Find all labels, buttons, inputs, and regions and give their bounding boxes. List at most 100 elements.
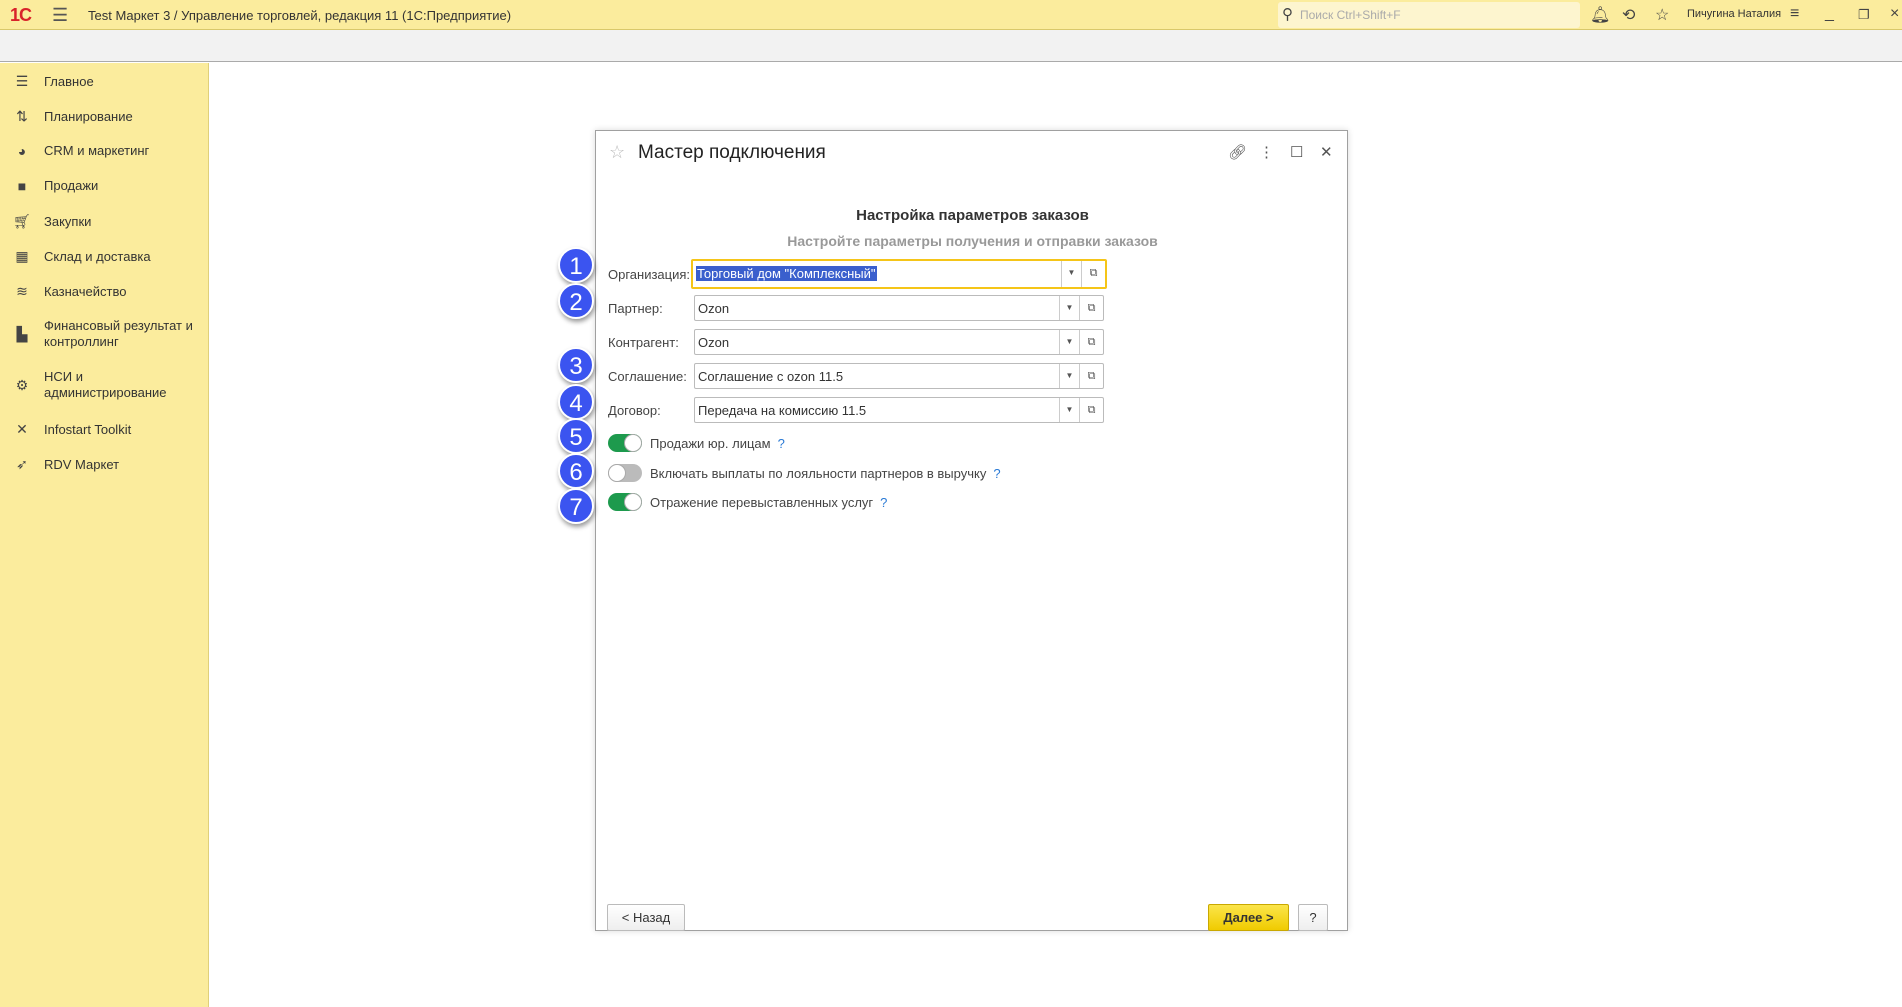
field-value: Соглашение с ozon 11.5 xyxy=(698,369,844,384)
field-label: Партнер: xyxy=(608,301,663,316)
reissued-services-toggle-row: Отражение перевыставленных услуг ? xyxy=(608,492,887,512)
field-label: Организация: xyxy=(608,267,691,282)
restore-icon[interactable]: ❐ xyxy=(1858,7,1870,23)
dropdown-icon[interactable]: ▼ xyxy=(1059,364,1079,388)
next-button[interactable]: Далее > xyxy=(1208,904,1289,931)
counterparty-field[interactable]: Ozon ▼ ⧉ xyxy=(694,329,1104,355)
sidebar-item-label: НСИ и администрирование xyxy=(44,369,167,400)
app-title: Test Маркет 3 / Управление торговлей, ре… xyxy=(88,8,512,23)
contract-field[interactable]: Передача на комиссию 11.5 ▼ ⧉ xyxy=(694,397,1104,423)
dropdown-icon[interactable]: ▼ xyxy=(1061,261,1081,287)
gear-icon: ⚙ xyxy=(15,376,29,393)
history-icon[interactable]: ⟲ xyxy=(1622,5,1635,25)
help-link[interactable]: ? xyxy=(880,495,887,510)
partner-field[interactable]: Ozon ▼ ⧉ xyxy=(694,295,1104,321)
coins-icon: ≋ xyxy=(16,283,28,299)
help-link[interactable]: ? xyxy=(778,436,785,451)
section-subheading: Настройте параметры получения и отправки… xyxy=(787,233,1158,249)
tools-icon: ✕ xyxy=(16,421,28,437)
legal-entity-sales-toggle-row: Продажи юр. лицам ? xyxy=(608,433,785,453)
sidebar-item-planning[interactable]: ⇅ Планирование xyxy=(0,108,209,125)
bell-icon[interactable]: 🔔︎ xyxy=(1590,5,1610,25)
search-placeholder: Поиск Ctrl+Shift+F xyxy=(1300,8,1401,22)
sidebar-item-label: CRM и маркетинг xyxy=(44,143,150,158)
dropdown-icon[interactable]: ▼ xyxy=(1059,330,1079,354)
bag-icon: ■ xyxy=(17,178,27,194)
reissued-services-toggle[interactable] xyxy=(608,493,642,511)
annotation-badge: 2 xyxy=(558,283,594,319)
minimize-icon[interactable]: _ xyxy=(1825,5,1834,23)
toolbar-strip xyxy=(0,30,1902,62)
open-icon[interactable]: ⧉ xyxy=(1081,261,1105,287)
field-label: Договор: xyxy=(608,403,661,418)
sidebar-item-sales[interactable]: ■ Продажи xyxy=(0,178,209,194)
bar-chart-icon: ▙ xyxy=(16,325,28,342)
open-icon[interactable]: ⧉ xyxy=(1079,296,1103,320)
toggle-label: Включать выплаты по лояльности партнеров… xyxy=(650,465,987,481)
annotation-badge: 3 xyxy=(558,347,594,383)
more-icon[interactable]: ⋮ xyxy=(1259,143,1274,161)
sidebar-item-label: Планирование xyxy=(44,108,133,124)
annotation-badge: 1 xyxy=(558,247,594,283)
organization-field[interactable]: Торговый дом "Комплексный" ▼ ⧉ xyxy=(691,259,1107,289)
agreement-field[interactable]: Соглашение с ozon 11.5 ▼ ⧉ xyxy=(694,363,1104,389)
search-input[interactable]: ⚲ Поиск Ctrl+Shift+F xyxy=(1278,2,1580,28)
sidebar-item-label: Infostart Toolkit xyxy=(44,421,132,437)
field-label: Контрагент: xyxy=(608,335,679,350)
loyalty-payments-toggle-row: Включать выплаты по лояльности партнеров… xyxy=(608,463,1001,483)
sidebar-item-rdv[interactable]: ➶ RDV Маркет xyxy=(0,456,209,473)
field-value: Торговый дом "Комплексный" xyxy=(696,266,877,281)
open-icon[interactable]: ⧉ xyxy=(1079,330,1103,354)
main-menu-icon[interactable]: ☰ xyxy=(52,5,68,26)
favorite-star-icon[interactable]: ☆ xyxy=(609,142,625,163)
dialog-title: Мастер подключения xyxy=(638,142,826,163)
dropdown-icon[interactable]: ▼ xyxy=(1059,296,1079,320)
sidebar-item-treasury[interactable]: ≋ Казначейство xyxy=(0,283,209,300)
open-icon[interactable]: ⧉ xyxy=(1079,398,1103,422)
planning-icon: ⇅ xyxy=(16,108,28,124)
section-heading: Настройка параметров заказов xyxy=(856,207,1089,224)
back-button[interactable]: < Назад xyxy=(607,904,685,931)
sidebar-item-warehouse[interactable]: ▦ Склад и доставка xyxy=(0,248,209,265)
sidebar-item-label: Финансовый результат и контроллинг xyxy=(44,318,193,349)
field-value: Передача на комиссию 11.5 xyxy=(698,403,867,418)
open-icon[interactable]: ⧉ xyxy=(1079,364,1103,388)
menu-icon: ☰ xyxy=(15,73,29,89)
sidebar-item-finance[interactable]: ▙ Финансовый результат и контроллинг xyxy=(0,318,200,350)
maximize-icon[interactable]: ☐ xyxy=(1290,143,1303,161)
link-icon[interactable]: 🔗︎ xyxy=(1228,143,1247,161)
annotation-badge: 5 xyxy=(558,418,594,454)
sidebar: ☰ Главное ⇅ Планирование ◕ CRM и маркетинг … xyxy=(0,63,209,1007)
toggle-label: Продажи юр. лицам xyxy=(650,435,771,451)
dropdown-icon[interactable]: ▼ xyxy=(1059,398,1079,422)
field-value: Ozon xyxy=(698,301,730,316)
sidebar-item-crm[interactable]: ◕ CRM и маркетинг xyxy=(0,143,209,159)
sidebar-item-infostart[interactable]: ✕ Infostart Toolkit xyxy=(0,421,209,438)
app-logo: 1С xyxy=(10,5,32,25)
field-label: Соглашение: xyxy=(608,369,687,384)
user-name[interactable]: Пичугина Наталия xyxy=(1687,8,1781,20)
dialog-close-icon[interactable]: ✕ xyxy=(1320,143,1333,161)
sidebar-item-admin[interactable]: ⚙ НСИ и администрирование xyxy=(0,369,209,401)
help-link[interactable]: ? xyxy=(993,466,1000,481)
rocket-icon: ➶ xyxy=(16,456,28,472)
sidebar-item-label: Продажи xyxy=(44,178,99,193)
legal-entity-sales-toggle[interactable] xyxy=(608,434,642,452)
toggle-label: Отражение перевыставленных услуг xyxy=(650,494,874,510)
settings-menu-icon[interactable]: ≡ xyxy=(1790,5,1799,23)
loyalty-payments-toggle[interactable] xyxy=(608,464,642,482)
annotation-badge: 4 xyxy=(558,384,594,420)
sidebar-item-purchases[interactable]: 🛒︎ Закупки xyxy=(0,213,209,230)
close-icon[interactable]: × xyxy=(1890,5,1899,23)
sidebar-item-label: Главное xyxy=(44,73,94,89)
sidebar-item-main[interactable]: ☰ Главное xyxy=(0,73,209,90)
sidebar-item-label: Казначейство xyxy=(44,283,127,299)
sidebar-item-label: Закупки xyxy=(44,213,92,229)
field-value: Ozon xyxy=(698,335,730,350)
star-icon[interactable]: ☆ xyxy=(1655,5,1669,25)
help-button[interactable]: ? xyxy=(1298,904,1328,931)
title-bar: 1С ☰ Test Маркет 3 / Управление торговле… xyxy=(0,0,1902,30)
connection-wizard-dialog: ☆ Мастер подключения 🔗︎ ⋮ ☐ ✕ Настройка … xyxy=(595,130,1348,931)
sidebar-item-label: RDV Маркет xyxy=(44,456,120,472)
search-icon: ⚲ xyxy=(1282,6,1293,23)
